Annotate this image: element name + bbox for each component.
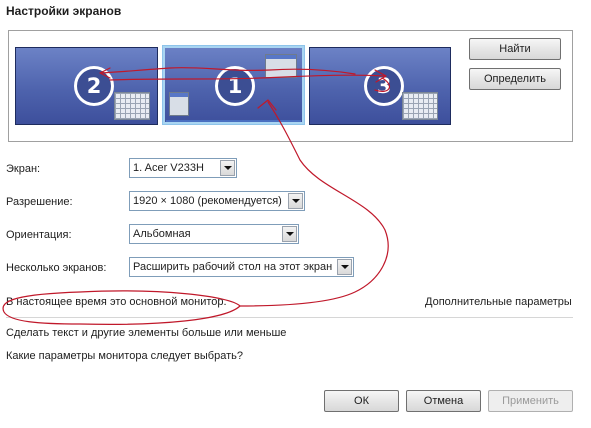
screen-select-value: 1. Acer V233H [133, 162, 204, 174]
screen-label: Экран: [6, 163, 41, 175]
text-size-link[interactable]: Сделать текст и другие элементы больше и… [6, 327, 286, 339]
resolution-select-value: 1920 × 1080 (рекомендуется) [133, 195, 282, 207]
ok-button[interactable]: ОК [324, 390, 399, 412]
orientation-select-value: Альбомная [133, 228, 191, 240]
identify-button[interactable]: Определить [469, 68, 561, 90]
monitor-number-badge: 1 [215, 66, 255, 106]
which-settings-link[interactable]: Какие параметры монитора следует выбрать… [6, 350, 243, 362]
apply-button: Применить [488, 390, 573, 412]
taskbar-window-icon [169, 92, 189, 116]
chevron-down-icon[interactable] [220, 160, 235, 176]
monitor-number-badge: 3 [364, 66, 404, 106]
chevron-down-icon[interactable] [288, 193, 303, 209]
window-icon [265, 54, 297, 78]
divider [6, 317, 573, 318]
monitor-2[interactable]: 2 [15, 47, 158, 125]
multiple-displays-select-value: Расширить рабочий стол на этот экран [133, 261, 333, 273]
cancel-button[interactable]: Отмена [406, 390, 481, 412]
multiple-displays-select[interactable]: Расширить рабочий стол на этот экран [129, 257, 354, 277]
desktop-grid-icon [402, 92, 438, 120]
screen-select[interactable]: 1. Acer V233H [129, 158, 237, 178]
chevron-down-icon[interactable] [337, 259, 352, 275]
monitor-number-badge: 2 [74, 66, 114, 106]
taskbar-strip [166, 120, 301, 122]
desktop-grid-icon [114, 92, 150, 120]
orientation-label: Ориентация: [6, 229, 72, 241]
orientation-select[interactable]: Альбомная [129, 224, 299, 244]
monitor-1[interactable]: 1 [162, 45, 305, 125]
resolution-label: Разрешение: [6, 196, 73, 208]
find-button[interactable]: Найти [469, 38, 561, 60]
window-title: Настройки экранов [6, 4, 122, 18]
multiple-displays-label: Несколько экранов: [6, 262, 107, 274]
chevron-down-icon[interactable] [282, 226, 297, 242]
resolution-select[interactable]: 1920 × 1080 (рекомендуется) [129, 191, 305, 211]
advanced-settings-link[interactable]: Дополнительные параметры [425, 296, 572, 308]
monitor-3[interactable]: 3 [309, 47, 451, 125]
primary-monitor-status: В настоящее время это основной монитор. [6, 296, 227, 308]
